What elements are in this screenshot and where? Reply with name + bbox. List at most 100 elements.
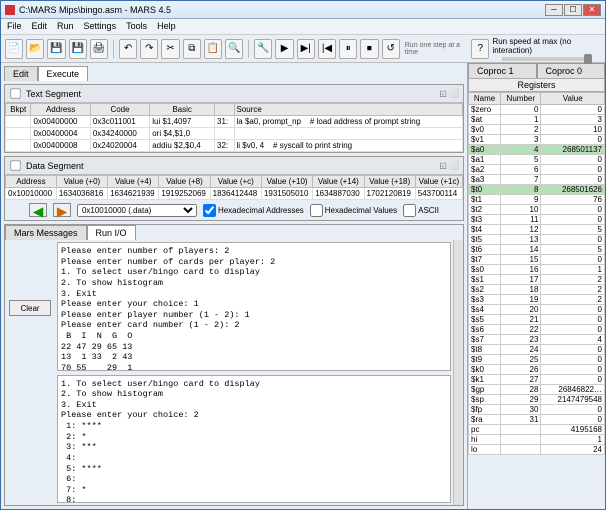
resize-icon[interactable]: ◱ ⬜ xyxy=(439,89,459,98)
menu-help[interactable]: Help xyxy=(157,21,176,32)
register-row[interactable]: $k0260 xyxy=(469,365,605,375)
print-icon[interactable]: 🖨 xyxy=(90,39,108,59)
register-row[interactable]: $t5130 xyxy=(469,235,605,245)
register-row[interactable]: hi1 xyxy=(469,435,605,445)
register-row[interactable]: $s3192 xyxy=(469,295,605,305)
table-row[interactable]: 0x004000000x3c011001lui $1,409731:la $a0… xyxy=(6,116,463,128)
register-row[interactable]: $a370 xyxy=(469,175,605,185)
console-output-top[interactable]: Please enter number of players: 2 Please… xyxy=(57,242,451,371)
menu-edit[interactable]: Edit xyxy=(32,21,48,32)
col-bkpt: Bkpt xyxy=(6,104,31,116)
register-row[interactable]: $a04268501137 xyxy=(469,145,605,155)
register-row[interactable]: $at13 xyxy=(469,115,605,125)
register-row[interactable]: $s4200 xyxy=(469,305,605,315)
maximize-button[interactable]: ☐ xyxy=(564,4,582,16)
register-row[interactable]: $fp300 xyxy=(469,405,605,415)
register-row[interactable]: $gp2826846822… xyxy=(469,385,605,395)
menu-run[interactable]: Run xyxy=(57,21,74,32)
save-icon[interactable]: 💾 xyxy=(47,39,65,59)
text-table: Bkpt Address Code Basic Source 0x0040000… xyxy=(5,103,463,152)
register-row[interactable]: $s2182 xyxy=(469,285,605,295)
register-row[interactable]: $s7234 xyxy=(469,335,605,345)
register-row[interactable]: $sp292147479548 xyxy=(469,395,605,405)
reset-icon[interactable]: ↺ xyxy=(382,39,400,59)
tab-edit[interactable]: Edit xyxy=(4,66,38,81)
menu-file[interactable]: File xyxy=(7,21,22,32)
register-row[interactable]: $t8240 xyxy=(469,345,605,355)
stop-icon[interactable]: ⏹ xyxy=(360,39,378,59)
tab-run-io[interactable]: Run I/O xyxy=(87,225,136,240)
table-row[interactable]: 0x10010000163403681616346219391919252069… xyxy=(6,188,463,200)
register-row[interactable]: $t1976 xyxy=(469,195,605,205)
step-back-icon[interactable]: |◀ xyxy=(318,39,336,59)
col-address: Address xyxy=(31,104,90,116)
register-row[interactable]: $t2100 xyxy=(469,205,605,215)
redo-icon[interactable]: ↷ xyxy=(140,39,158,59)
register-row[interactable]: $t4125 xyxy=(469,225,605,235)
run-speed: Run speed at max (no interaction) xyxy=(492,37,601,61)
resize-icon[interactable]: ◱ ⬜ xyxy=(439,161,459,170)
register-row[interactable]: $t3110 xyxy=(469,215,605,225)
table-row[interactable]: 0x004000080x24020004addiu $2,$0,432:li $… xyxy=(6,140,463,152)
registers-title: Registers xyxy=(468,78,605,92)
open-icon[interactable]: 📂 xyxy=(26,39,44,59)
address-selector[interactable]: 0x10010000 (.data) xyxy=(77,204,197,217)
ascii-check[interactable] xyxy=(403,204,416,217)
tab-coproc1[interactable]: Coproc 1 xyxy=(468,63,537,78)
register-row[interactable]: $t9250 xyxy=(469,355,605,365)
register-row[interactable]: $s1172 xyxy=(469,275,605,285)
register-row[interactable]: $s5210 xyxy=(469,315,605,325)
new-icon[interactable]: 📄 xyxy=(5,39,23,59)
scrollbar[interactable] xyxy=(453,240,463,505)
menu-settings[interactable]: Settings xyxy=(84,21,117,32)
register-row[interactable]: $zero00 xyxy=(469,105,605,115)
col-code: Code xyxy=(90,104,149,116)
register-row[interactable]: $k1270 xyxy=(469,375,605,385)
toolbar: 📄 📂 💾 💾 🖨 ↶ ↷ ✂ ⧉ 📋 🔍 🔧 ▶ ▶| |◀ ⏸ ⏹ ↺ Ru… xyxy=(1,35,605,63)
speed-slider[interactable] xyxy=(502,57,592,61)
clear-button[interactable]: Clear xyxy=(9,300,51,316)
register-row[interactable]: $s0161 xyxy=(469,265,605,275)
close-button[interactable]: ✕ xyxy=(583,4,601,16)
registers-pane: Coproc 1 Coproc 0 Registers NameNumberVa… xyxy=(467,63,605,509)
tab-coproc0[interactable]: Coproc 0 xyxy=(537,63,606,78)
undo-icon[interactable]: ↶ xyxy=(119,39,137,59)
data-seg-check[interactable] xyxy=(10,160,20,170)
data-segment: Data Segment◱ ⬜ AddressValue (+0)Value (… xyxy=(4,156,464,221)
register-row[interactable]: $a260 xyxy=(469,165,605,175)
prev-button[interactable]: ◀ xyxy=(29,203,47,217)
minimize-button[interactable]: ─ xyxy=(545,4,563,16)
menu-tools[interactable]: Tools xyxy=(126,21,147,32)
text-seg-check[interactable] xyxy=(10,88,20,98)
run-step-label: Run one step at a time xyxy=(405,42,468,56)
register-row[interactable]: $v0210 xyxy=(469,125,605,135)
register-row[interactable]: $s6220 xyxy=(469,325,605,335)
register-row[interactable]: $v130 xyxy=(469,135,605,145)
console-output-bottom[interactable]: 1. To select user/bingo card to display … xyxy=(57,375,451,504)
run-icon[interactable]: ▶ xyxy=(275,39,293,59)
tab-mars-messages[interactable]: Mars Messages xyxy=(5,225,87,240)
register-row[interactable]: lo24 xyxy=(469,445,605,455)
register-row[interactable]: $t08268501626 xyxy=(469,185,605,195)
paste-icon[interactable]: 📋 xyxy=(204,39,222,59)
step-icon[interactable]: ▶| xyxy=(297,39,315,59)
hex-val-check[interactable] xyxy=(310,204,323,217)
register-row[interactable]: pc4195168 xyxy=(469,425,605,435)
save-as-icon[interactable]: 💾 xyxy=(69,39,87,59)
app-icon xyxy=(5,5,15,15)
assemble-icon[interactable]: 🔧 xyxy=(254,39,272,59)
register-row[interactable]: $t6145 xyxy=(469,245,605,255)
next-button[interactable]: ▶ xyxy=(53,203,71,217)
find-icon[interactable]: 🔍 xyxy=(225,39,243,59)
register-row[interactable]: $t7150 xyxy=(469,255,605,265)
pause-icon[interactable]: ⏸ xyxy=(339,39,357,59)
register-row[interactable]: $ra310 xyxy=(469,415,605,425)
tab-execute[interactable]: Execute xyxy=(38,66,89,81)
run-speed-label: Run speed at max (no interaction) xyxy=(492,37,601,55)
hex-addr-check[interactable] xyxy=(203,204,216,217)
copy-icon[interactable]: ⧉ xyxy=(183,39,201,59)
table-row[interactable]: 0x004000040x34240000ori $4,$1,0 xyxy=(6,128,463,140)
cut-icon[interactable]: ✂ xyxy=(161,39,179,59)
help-icon[interactable]: ? xyxy=(471,39,489,59)
register-row[interactable]: $a150 xyxy=(469,155,605,165)
